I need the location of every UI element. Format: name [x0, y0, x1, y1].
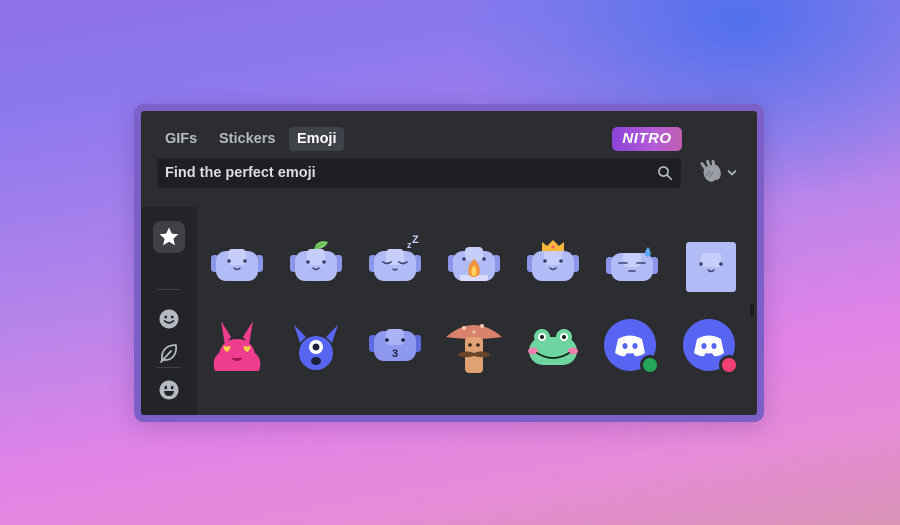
category-favorites[interactable] [153, 221, 185, 253]
tab-emoji[interactable]: Emoji [289, 127, 345, 151]
search-bar[interactable]: Find the perfect emoji [157, 158, 681, 188]
discord-logo-dnd-emoji[interactable] [679, 315, 743, 379]
tab-gifs[interactable]: GIFs [157, 127, 205, 151]
category-sidebar [141, 207, 197, 415]
star-icon [159, 227, 179, 246]
emoji-picker-panel: GIFs Stickers Emoji NITRO Find the perfe… [141, 111, 757, 415]
nitro-badge[interactable]: NITRO [612, 127, 682, 151]
blue-cyclops-monster-emoji[interactable] [284, 315, 348, 379]
svg-text:3: 3 [392, 348, 398, 360]
pink-bunny-heart-eyes-emoji[interactable] [205, 315, 269, 379]
square-wumpus-emoji[interactable] [679, 235, 743, 299]
sweating-wumpus-emoji[interactable] [600, 235, 664, 299]
sleepy-wumpus-emoji[interactable]: z Z [363, 235, 427, 299]
sidebar-divider [157, 289, 181, 290]
tab-stickers[interactable]: Stickers [211, 127, 283, 151]
grinning-face-icon[interactable] [157, 378, 181, 402]
emoji-grid-scrollbar[interactable] [750, 304, 754, 316]
search-input[interactable]: Find the perfect emoji [165, 158, 316, 188]
wumpus-with-leaf-emoji[interactable] [284, 235, 348, 299]
smiley-face-icon[interactable] [157, 307, 181, 331]
leaf-icon[interactable] [157, 341, 181, 365]
wumpus-face-emoji[interactable] [205, 235, 269, 299]
frog-face-emoji[interactable] [521, 315, 585, 379]
skin-tone-selector[interactable] [697, 158, 743, 188]
sidebar-divider [157, 367, 181, 368]
crowned-wumpus-emoji[interactable] [521, 235, 585, 299]
wumpus-with-flame-emoji[interactable] [442, 235, 506, 299]
search-icon[interactable] [657, 165, 673, 181]
mushroom-mustache-emoji[interactable] [442, 315, 506, 379]
discord-logo-online-emoji[interactable] [600, 315, 664, 379]
svg-text:Z: Z [412, 235, 419, 246]
wumpus-kiss-emoji[interactable]: 3 [363, 315, 427, 379]
emoji-grid: z Z 3 [197, 207, 757, 415]
chevron-down-icon [727, 170, 737, 176]
